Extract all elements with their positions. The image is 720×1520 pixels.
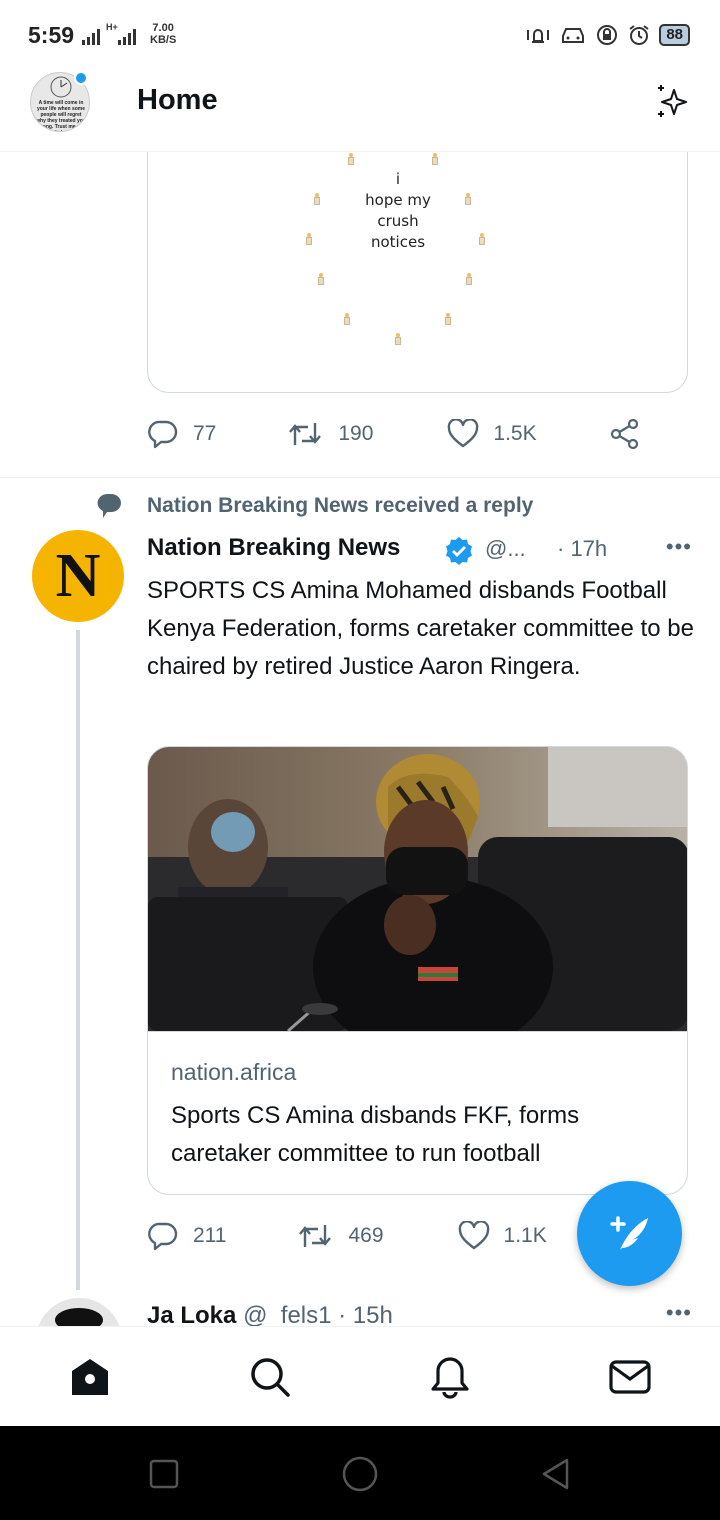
tab-messages[interactable] — [608, 1355, 652, 1399]
tab-search[interactable] — [248, 1355, 292, 1399]
next-tweet-header: Ja Loka @_fels1 · 15h — [147, 1302, 393, 1326]
system-navigation-bar — [0, 1426, 720, 1520]
timeline-feed[interactable]: i hope my crush notices 77 190 1.5K Nati… — [0, 152, 720, 1326]
net-speed: 7.00 KB/S — [150, 22, 176, 46]
share-button[interactable] — [609, 418, 641, 450]
candle-graphic — [431, 153, 439, 165]
back-button[interactable] — [536, 1454, 576, 1494]
comment-icon — [97, 494, 121, 518]
author-handle[interactable]: @... — [485, 536, 526, 562]
tweet-text: SPORTS CS Amina Mohamed disbands Footbal… — [147, 577, 694, 680]
tweet-time[interactable]: · 15h — [338, 1302, 393, 1326]
reply-context[interactable]: Nation Breaking News received a reply — [95, 492, 533, 520]
reply-icon — [148, 1222, 178, 1251]
home-system-button[interactable] — [340, 1454, 380, 1494]
status-time: 5:59 — [28, 22, 75, 48]
like-button[interactable]: 1.1K — [458, 1221, 547, 1251]
candle-graphic — [317, 273, 325, 285]
retweet-button[interactable]: 190 — [286, 419, 373, 449]
retweet-icon — [289, 423, 322, 445]
author-name[interactable]: Ja Loka — [147, 1302, 236, 1326]
recents-button[interactable] — [144, 1454, 184, 1494]
reply-count: 77 — [193, 422, 217, 445]
verified-icon — [444, 536, 474, 571]
candle-graphic — [347, 153, 355, 165]
bell-icon — [431, 1357, 469, 1399]
tab-home[interactable] — [68, 1355, 112, 1399]
status-icons: 88 — [525, 24, 690, 46]
avatar-letter: N — [55, 542, 101, 610]
reply-context-text: Nation Breaking News received a reply — [147, 494, 534, 517]
tweet-actions: 77 190 1.5K — [147, 418, 641, 450]
candle-graphic — [444, 313, 452, 325]
media-caption-text: i hope my crush notices — [365, 170, 431, 251]
link-preview-image — [148, 747, 687, 1057]
retweet-count: 469 — [348, 1224, 384, 1247]
reply-button[interactable]: 211 — [147, 1220, 226, 1252]
home-icon — [72, 1359, 108, 1395]
retweet-button[interactable]: 469 — [296, 1221, 384, 1251]
like-button[interactable]: 1.5K — [447, 419, 537, 449]
more-options-icon[interactable]: ••• — [666, 1300, 692, 1326]
page-title: Home — [137, 84, 218, 116]
top-app-bar: A time will come in your life when some … — [0, 71, 720, 152]
tweet-divider — [0, 477, 720, 478]
home-circle-icon — [342, 1456, 378, 1492]
author-name[interactable]: Nation Breaking News — [147, 534, 400, 562]
retweet-icon — [299, 1225, 332, 1247]
lock-icon — [597, 25, 618, 45]
retweet-count: 190 — [338, 422, 374, 445]
battery-indicator: 88 — [659, 24, 690, 46]
tweet-media-card[interactable]: i hope my crush notices — [147, 152, 688, 393]
search-icon — [251, 1358, 290, 1397]
bottom-tab-bar — [0, 1326, 720, 1426]
tweet-actions: 211 469 1.1K — [147, 1220, 547, 1252]
status-bar: 5:59 H+ 7.00 KB/S 88 — [0, 0, 720, 72]
net-speed-unit: KB/S — [150, 34, 177, 46]
link-domain: nation.africa — [171, 1059, 297, 1085]
like-count: 1.1K — [503, 1224, 547, 1247]
link-separator — [148, 1031, 687, 1032]
reply-button[interactable]: 77 — [147, 418, 216, 450]
author-avatar[interactable]: N — [32, 530, 124, 622]
author-handle[interactable]: @_fels1 — [243, 1302, 331, 1326]
car-icon — [562, 28, 585, 43]
candle-graphic — [478, 233, 486, 245]
link-title: Sports CS Amina disbands FKF, forms care… — [171, 1102, 580, 1167]
net-speed-value: 7.00 — [152, 22, 174, 34]
reply-count: 211 — [193, 1224, 227, 1247]
candle-graphic — [313, 193, 321, 205]
candle-graphic — [305, 233, 313, 245]
sparkle-icon[interactable] — [652, 82, 692, 127]
mail-icon — [609, 1360, 651, 1394]
share-icon — [610, 418, 638, 450]
compose-button[interactable] — [577, 1181, 682, 1286]
tweet-header: Nation Breaking News @... · 17h ••• — [147, 534, 692, 566]
network-type: H+ — [106, 22, 118, 32]
reply-icon — [148, 420, 178, 449]
link-preview-card[interactable]: nation.africa Sports CS Amina disbands F… — [147, 746, 688, 1195]
tweet-time[interactable]: · 17h — [557, 536, 607, 562]
candle-graphic — [394, 333, 402, 345]
tab-notifications[interactable] — [428, 1355, 472, 1399]
candle-graphic — [465, 273, 473, 285]
notification-dot — [74, 71, 88, 85]
recents-icon — [149, 1459, 179, 1489]
candle-graphic — [464, 193, 472, 205]
more-options-icon[interactable]: ••• — [666, 534, 692, 560]
thread-line — [76, 630, 80, 1290]
vibrate-icon — [527, 29, 550, 43]
like-count: 1.5K — [493, 422, 537, 445]
back-icon — [542, 1458, 569, 1490]
avatar-caption: A time will come in your life when some … — [36, 100, 86, 131]
compose-icon — [609, 1215, 648, 1250]
alarm-icon — [629, 25, 649, 45]
candle-graphic — [343, 313, 351, 325]
like-icon — [458, 1221, 489, 1250]
author-avatar[interactable] — [36, 1298, 122, 1326]
like-icon — [448, 419, 479, 448]
